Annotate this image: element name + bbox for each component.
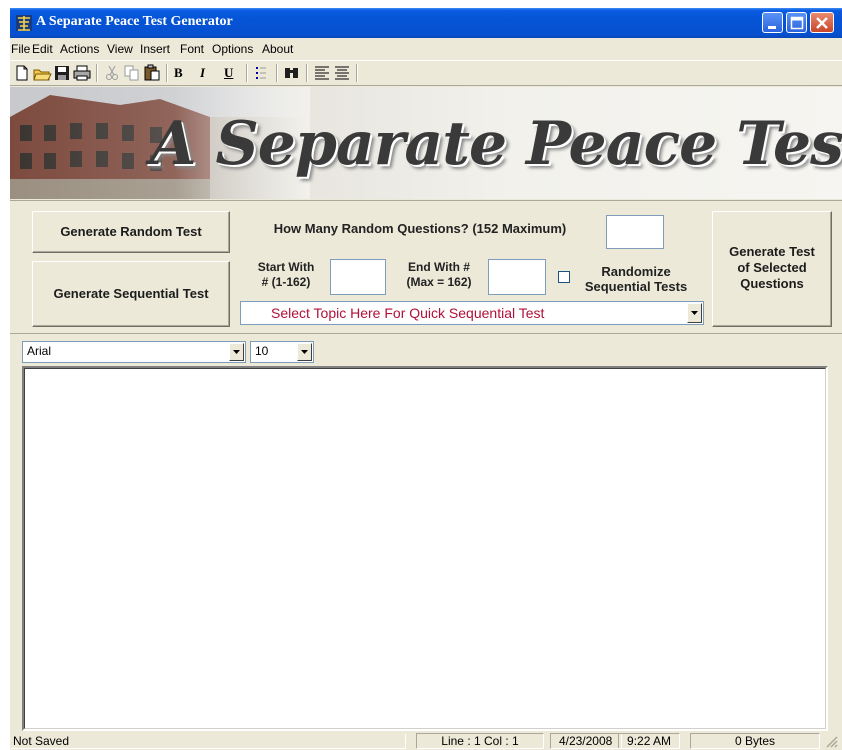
font-size-value: 10 xyxy=(255,344,269,358)
status-position: Line : 1 Col : 1 xyxy=(416,733,544,749)
toolbar: B I U xyxy=(10,60,842,86)
chevron-down-icon xyxy=(691,311,698,315)
randomize-label-line1: Randomize xyxy=(601,264,671,279)
font-size-arrow[interactable] xyxy=(297,343,312,361)
font-size-select[interactable]: 10 xyxy=(250,341,314,363)
menu-about[interactable]: About xyxy=(262,42,293,56)
open-folder-icon[interactable] xyxy=(32,64,52,82)
toolbar-separator xyxy=(276,64,278,82)
font-name-select[interactable]: Arial xyxy=(22,341,246,363)
generate-selected-button[interactable]: Generate Test of Selected Questions xyxy=(712,211,832,327)
italic-button[interactable]: I xyxy=(200,65,205,81)
underline-button[interactable]: U xyxy=(224,65,233,81)
generate-random-button[interactable]: Generate Random Test xyxy=(32,211,230,253)
bullets-icon[interactable] xyxy=(252,64,272,82)
editor-content[interactable] xyxy=(24,368,826,729)
how-many-label: How Many Random Questions? (152 Maximum) xyxy=(273,221,567,236)
minimize-icon xyxy=(768,26,776,29)
generate-selected-line1: Generate Test xyxy=(729,244,815,259)
window-title: A Separate Peace Test Generator xyxy=(36,14,233,29)
app-icon xyxy=(16,15,32,31)
font-name-arrow[interactable] xyxy=(229,343,244,361)
cut-icon[interactable] xyxy=(102,64,122,82)
bold-button[interactable]: B xyxy=(174,65,183,81)
maximize-button[interactable] xyxy=(786,12,807,33)
chevron-down-icon xyxy=(301,350,308,354)
chevron-down-icon xyxy=(233,350,240,354)
menu-view[interactable]: View xyxy=(107,42,133,56)
randomize-label-line2: Sequential Tests xyxy=(584,279,688,294)
banner-title: A Separate Peace Test Generator xyxy=(150,109,842,179)
randomize-checkbox[interactable] xyxy=(558,271,570,283)
start-with-input[interactable] xyxy=(330,259,386,295)
save-icon[interactable] xyxy=(52,64,72,82)
toolbar-separator xyxy=(246,64,248,82)
topic-select-value: Select Topic Here For Quick Sequential T… xyxy=(271,305,545,321)
generate-sequential-button[interactable]: Generate Sequential Test xyxy=(32,261,230,327)
end-with-label: End With # (Max = 162) xyxy=(394,260,484,290)
font-bar: Arial 10 xyxy=(10,335,842,365)
end-with-label-line1: End With # xyxy=(408,260,470,274)
toolbar-separator xyxy=(166,64,168,82)
font-name-value: Arial xyxy=(27,344,52,358)
menu-actions[interactable]: Actions xyxy=(60,42,99,56)
close-button[interactable] xyxy=(810,12,834,33)
app-window: A Separate Peace Test Generator File Edi… xyxy=(10,8,842,750)
minimize-button[interactable] xyxy=(762,12,783,33)
menu-options[interactable]: Options xyxy=(212,42,253,56)
close-icon xyxy=(816,17,828,29)
menu-edit[interactable]: Edit xyxy=(32,42,53,56)
print-icon[interactable] xyxy=(72,64,92,82)
toolbar-separator xyxy=(96,64,98,82)
menu-bar: File Edit Actions View Insert Font Optio… xyxy=(10,38,842,60)
maximize-icon xyxy=(790,16,804,30)
topic-select[interactable]: Select Topic Here For Quick Sequential T… xyxy=(240,301,704,325)
status-bytes: 0 Bytes xyxy=(690,733,820,749)
document-editor[interactable] xyxy=(22,366,828,731)
topic-select-arrow[interactable] xyxy=(687,303,702,323)
resize-grip-icon[interactable] xyxy=(825,735,838,748)
start-with-label-line1: Start With xyxy=(257,260,315,274)
how-many-input[interactable] xyxy=(606,215,664,249)
status-datetime: 4/23/2008 9:22 AM xyxy=(550,733,680,749)
paste-icon[interactable] xyxy=(142,64,162,82)
start-with-label-line2: # (1-162) xyxy=(261,275,311,289)
menu-insert[interactable]: Insert xyxy=(140,42,170,56)
menu-file[interactable]: File xyxy=(11,42,30,56)
generate-selected-line2: of Selected xyxy=(737,260,807,275)
status-bar: Not Saved Line : 1 Col : 1 4/23/2008 9:2… xyxy=(10,732,842,750)
end-with-input[interactable] xyxy=(488,259,546,295)
status-time: 9:22 AM xyxy=(627,734,672,748)
randomize-label: Randomize Sequential Tests xyxy=(576,264,696,294)
title-bar[interactable]: A Separate Peace Test Generator xyxy=(10,8,842,38)
align-left-icon[interactable] xyxy=(312,64,332,82)
end-with-label-line2: (Max = 162) xyxy=(406,275,472,289)
status-date: 4/23/2008 xyxy=(558,734,613,748)
generate-selected-line3: Questions xyxy=(740,276,804,291)
banner: A Separate Peace Test Generator xyxy=(10,87,842,199)
start-with-label: Start With # (1-162) xyxy=(242,260,330,290)
copy-icon[interactable] xyxy=(122,64,142,82)
align-center-icon[interactable] xyxy=(332,64,352,82)
find-binoculars-icon[interactable] xyxy=(282,64,302,82)
controls-panel: Generate Random Test Generate Sequential… xyxy=(10,200,842,334)
status-saved: Not Saved xyxy=(10,733,406,749)
toolbar-separator xyxy=(356,64,358,82)
menu-font[interactable]: Font xyxy=(180,42,204,56)
toolbar-separator xyxy=(306,64,308,82)
new-file-icon[interactable] xyxy=(12,64,32,82)
